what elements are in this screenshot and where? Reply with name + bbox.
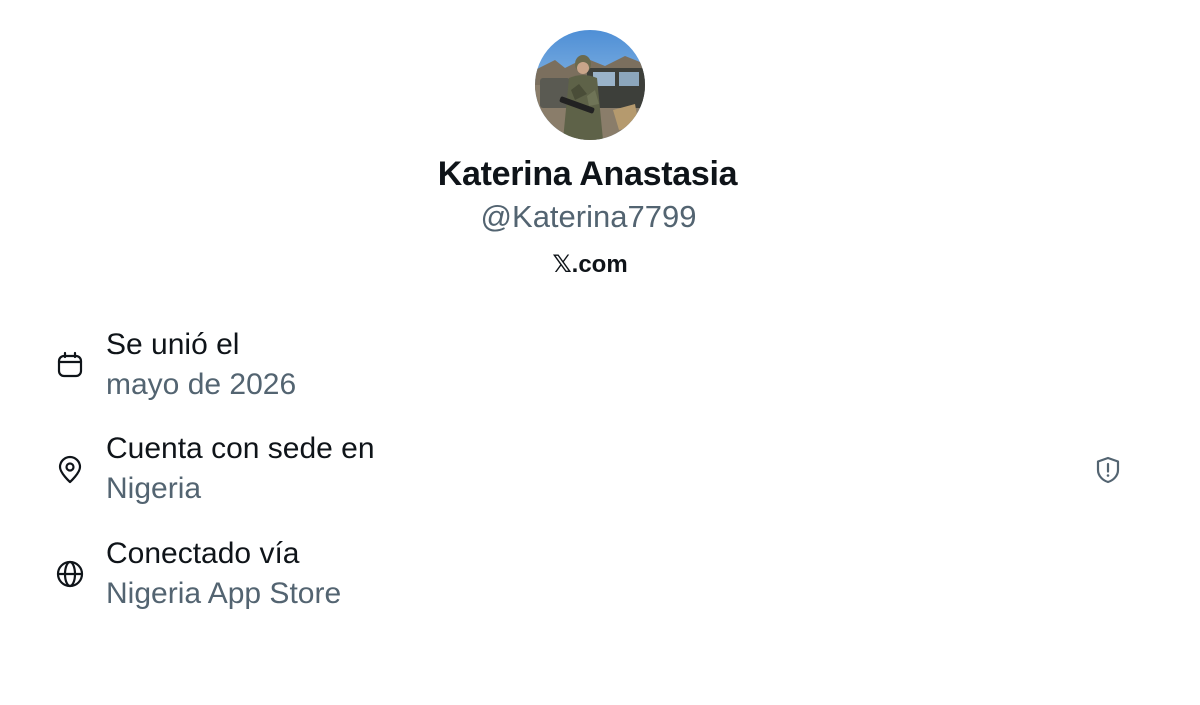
joined-value: mayo de 2026 bbox=[106, 368, 297, 401]
account-info-page: Katerina Anastasia @Katerina7799 𝕏.com S… bbox=[0, 0, 1200, 705]
location-label: Cuenta con sede en bbox=[106, 432, 375, 465]
location-pin-icon bbox=[55, 455, 85, 485]
site-label: 𝕏.com bbox=[552, 251, 628, 278]
avatar-photo bbox=[535, 30, 645, 140]
globe-icon bbox=[55, 559, 85, 589]
location-value: Nigeria bbox=[106, 472, 202, 505]
connected-value: Nigeria App Store bbox=[106, 577, 342, 610]
joined-label: Se unió el bbox=[106, 328, 240, 361]
display-name: Katerina Anastasia bbox=[437, 155, 738, 193]
avatar[interactable] bbox=[535, 30, 645, 140]
connected-label: Conectado vía bbox=[106, 537, 300, 570]
username-handle: @Katerina7799 bbox=[480, 199, 697, 234]
shield-alert-icon[interactable] bbox=[1093, 455, 1123, 485]
calendar-icon bbox=[55, 350, 85, 380]
